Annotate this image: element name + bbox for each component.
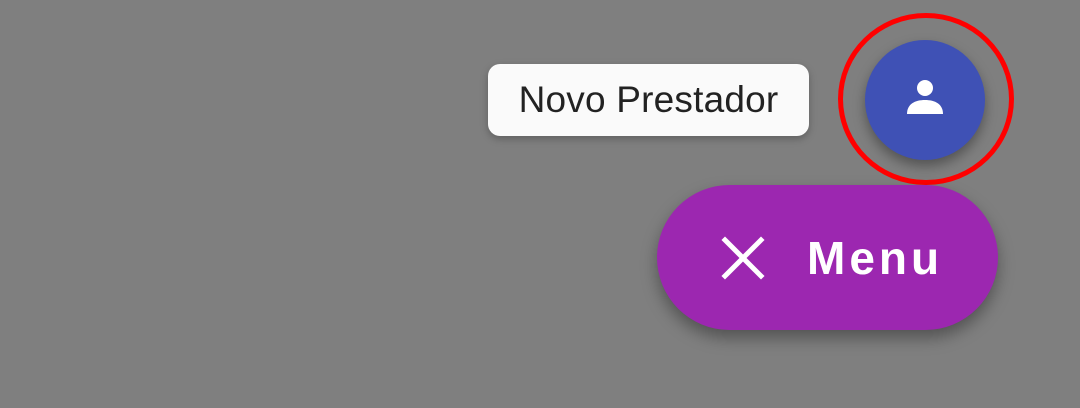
novo-prestador-button[interactable] xyxy=(865,40,985,160)
novo-prestador-label-text: Novo Prestador xyxy=(518,79,779,120)
novo-prestador-label[interactable]: Novo Prestador xyxy=(488,64,809,136)
menu-button[interactable]: Menu xyxy=(657,185,998,330)
close-icon xyxy=(719,234,767,282)
menu-button-label: Menu xyxy=(807,231,944,284)
person-icon xyxy=(901,74,949,127)
